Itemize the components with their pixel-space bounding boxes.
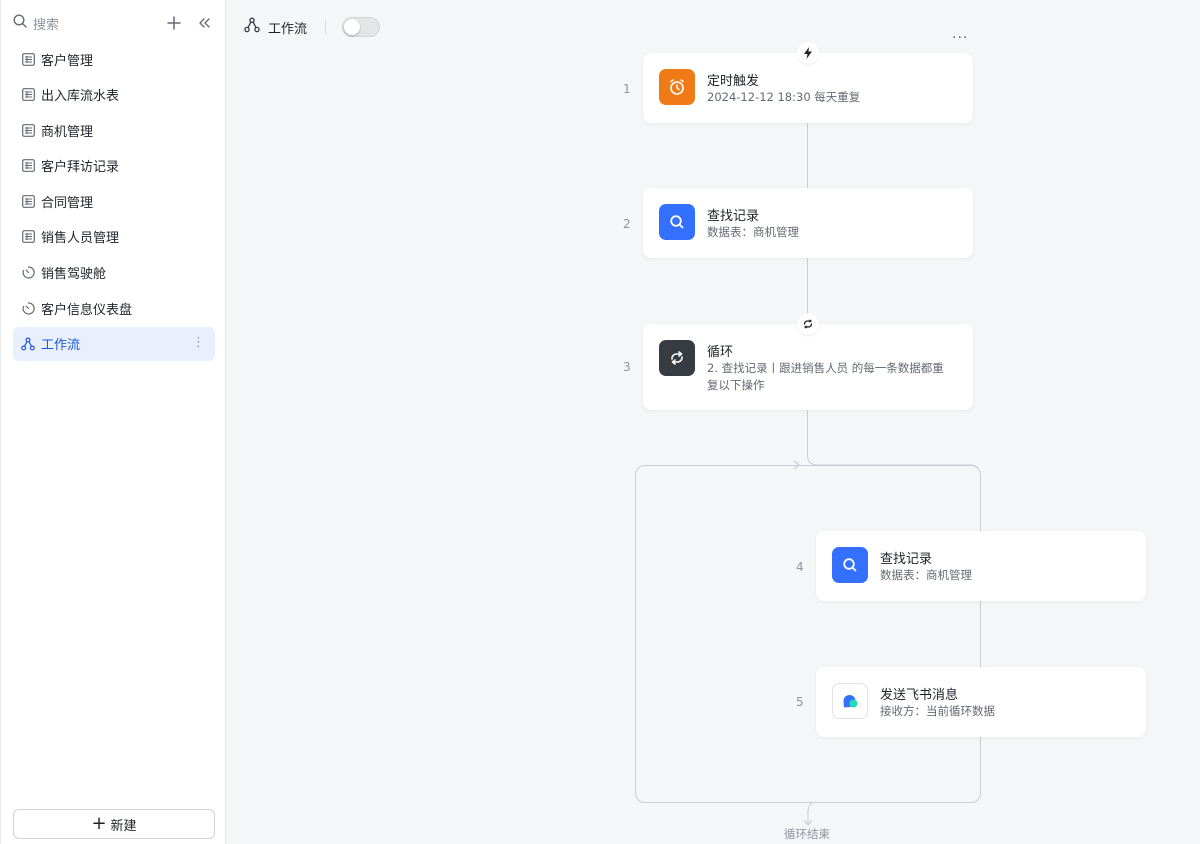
workflow-header: 工作流 [244,16,381,38]
sidebar-item-label: 客户信息仪表盘 [41,302,133,318]
sidebar-item-label: 客户管理 [41,53,94,69]
node-subtitle: 数据表：商机管理 [880,568,972,582]
sidebar-item-sales-cockpit[interactable]: 销售驾驶舱 [13,256,215,290]
sidebar-item-opportunity-management[interactable]: 商机管理 [13,113,215,147]
search-input[interactable]: 搜索 [13,14,155,33]
search-icon [659,204,695,240]
sidebar: 搜索 客户管理 出入库流水表 商机管理 客户拜访记录 合同管理 销售人员管理 销… [0,0,226,844]
step-number: 1 [623,82,631,96]
sidebar-item-inventory-log[interactable]: 出入库流水表 [13,78,215,112]
search-icon [832,547,868,583]
new-button-label: 新建 [110,818,137,834]
sidebar-item-label: 客户拜访记录 [41,160,120,176]
add-icon[interactable] [163,12,185,34]
sidebar-item-label: 工作流 [41,338,81,354]
sidebar-item-sales-staff[interactable]: 销售人员管理 [13,220,215,254]
loop-badge-icon [797,313,819,335]
collapse-sidebar-icon[interactable] [193,12,215,34]
node-subtitle: 数据表：商机管理 [707,225,799,239]
sidebar-item-label: 合同管理 [41,195,94,211]
workflow-icon [244,17,260,37]
find-records-node[interactable]: 查找记录 数据表：商机管理 [816,531,1146,601]
page-title: 工作流 [268,21,308,37]
node-title: 查找记录 [707,209,760,224]
alarm-clock-icon [659,69,695,105]
header-divider [325,20,327,34]
enable-workflow-toggle[interactable] [342,17,381,37]
sidebar-item-visit-records[interactable]: 客户拜访记录 [13,149,215,183]
table-icon [21,123,35,137]
sidebar-item-label: 商机管理 [41,124,94,140]
sidebar-item-customer-dashboard[interactable]: 客户信息仪表盘 [13,291,215,325]
loop-arrow-icon [793,460,800,470]
connector-line [807,123,808,189]
step-number: 3 [623,360,631,374]
sidebar-item-workflow[interactable]: 工作流 ⋮ [13,326,215,361]
search-placeholder: 搜索 [33,17,60,33]
sidebar-item-label: 销售人员管理 [41,231,120,247]
node-subtitle: 2. 查找记录丨跟进销售人员 的每一条数据都重复以下操作 [707,361,944,392]
sidebar-item-customer-management[interactable]: 客户管理 [13,42,215,76]
dashboard-icon [21,301,35,315]
node-title: 发送飞书消息 [880,688,959,703]
sidebar-item-label: 销售驾驶舱 [41,267,107,283]
lightning-icon [797,42,819,64]
node-title: 查找记录 [880,552,933,567]
step-number: 5 [796,695,804,709]
table-icon [21,230,35,244]
node-title: 循环 [707,345,734,360]
search-icon [13,14,27,32]
loop-connector [807,409,980,469]
loop-icon [659,340,695,376]
table-icon [21,88,35,102]
table-icon [21,159,35,173]
table-icon [21,52,35,66]
send-message-node[interactable]: 发送飞书消息 接收方：当前循环数据 [816,667,1146,737]
loop-frame [635,465,981,803]
loop-end-label: 循环结束 [784,827,830,841]
node-title: 定时触发 [707,74,760,89]
sidebar-item-label: 出入库流水表 [41,89,120,105]
sidebar-list: 客户管理 出入库流水表 商机管理 客户拜访记录 合同管理 销售人员管理 销售驾驶… [13,42,215,362]
workflow-icon [21,337,35,351]
sidebar-toolbar: 搜索 [13,10,215,36]
step-number: 4 [796,560,804,574]
new-button[interactable]: + 新建 [13,809,215,839]
find-records-node[interactable]: 查找记录 数据表：商机管理 [643,188,973,258]
node-subtitle: 2024-12-12 18:30 每天重复 [707,90,861,104]
more-actions-icon[interactable]: ··· [952,30,968,46]
toggle-knob [344,19,361,35]
more-options-icon[interactable]: ⋮ [192,335,205,351]
plus-icon: + [91,813,107,834]
chat-bubble-icon [832,683,868,719]
node-subtitle: 接收方：当前循环数据 [880,704,995,718]
dashboard-icon [21,266,35,280]
step-number: 2 [623,217,631,231]
table-icon [21,194,35,208]
sidebar-item-contract-management[interactable]: 合同管理 [13,184,215,218]
loop-node[interactable]: 循环 2. 查找记录丨跟进销售人员 的每一条数据都重复以下操作 [643,324,973,410]
